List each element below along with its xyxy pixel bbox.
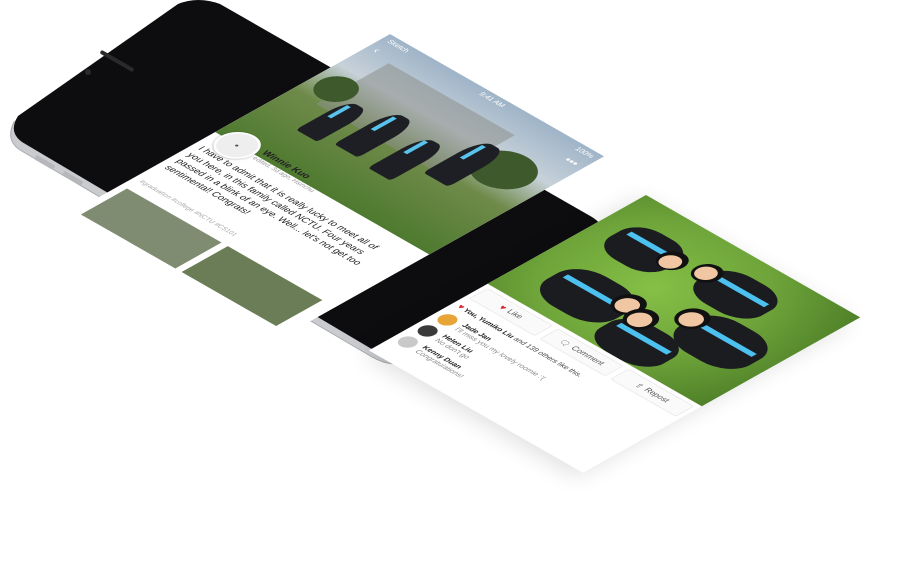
post-photo-2[interactable] [181, 246, 323, 327]
more-dots-icon[interactable]: ••• [560, 156, 582, 169]
post-photo-1[interactable] [80, 188, 222, 269]
back-icon[interactable]: ‹ [369, 46, 384, 55]
commenter-avatar[interactable] [393, 334, 423, 351]
front-camera [85, 69, 91, 75]
mockup-stage: Sketch 9:41 AM 100% ‹ ••• ● Winnie Kuo e… [0, 0, 899, 583]
like-label: Like [504, 308, 526, 321]
comment-bubble-icon: 🗨 [556, 338, 573, 348]
repost-label: Repost [641, 386, 672, 404]
